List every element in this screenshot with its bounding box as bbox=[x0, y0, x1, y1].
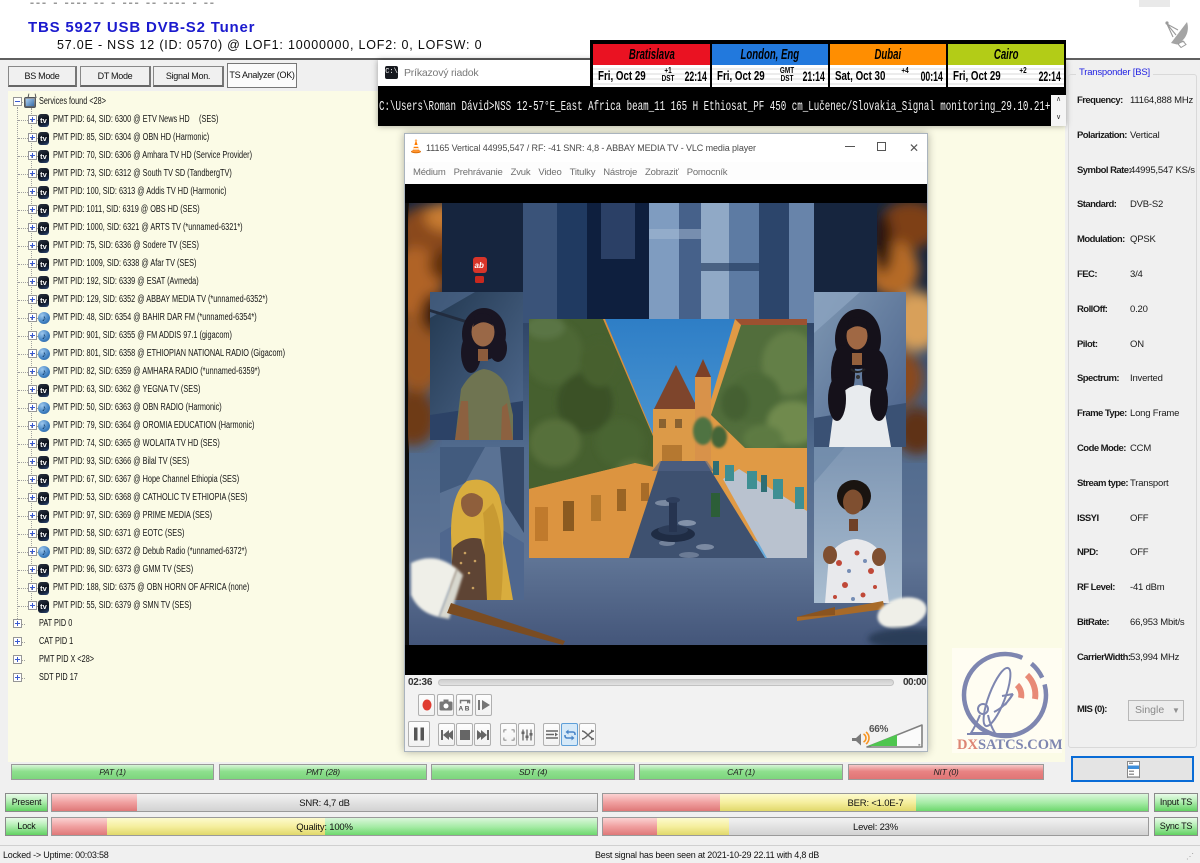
svg-text:ab: ab bbox=[475, 261, 484, 270]
svg-text:DXSATCS.COM: DXSATCS.COM bbox=[957, 737, 1062, 753]
svg-text:66%: 66% bbox=[869, 724, 889, 735]
svg-text:A B: A B bbox=[458, 706, 469, 712]
